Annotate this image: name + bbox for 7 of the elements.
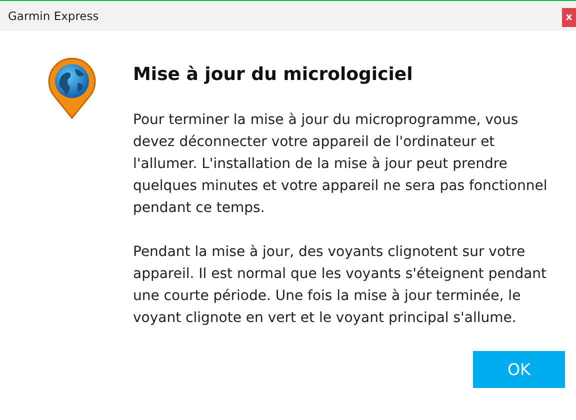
message-paragraph: Pendant la mise à jour, des voyants clignotent sur votre appareil. Il est normal que les voyants s'éteignent pendant une courte période. Une fois la mise à jour terminée, le voyant clignote en vert et le voyant principal s'allume. xyxy=(133,243,548,328)
message-paragraph: Pour terminer la mise à jour du microprogramme, vous devez déconnecter votre appareil de l'ordinateur et l'allumer. L'installation de la mise à jour peut prendre quelques minutes et votre appareil ne sera pas fonctionnel pendant ce temps. xyxy=(133,111,548,218)
close-button[interactable]: x xyxy=(562,8,576,27)
window-title: Garmin Express xyxy=(8,9,99,23)
dialog-heading: Mise à jour du micrologiciel xyxy=(133,64,414,85)
ok-button[interactable]: OK xyxy=(473,351,565,388)
globe-pin-icon xyxy=(47,57,97,119)
